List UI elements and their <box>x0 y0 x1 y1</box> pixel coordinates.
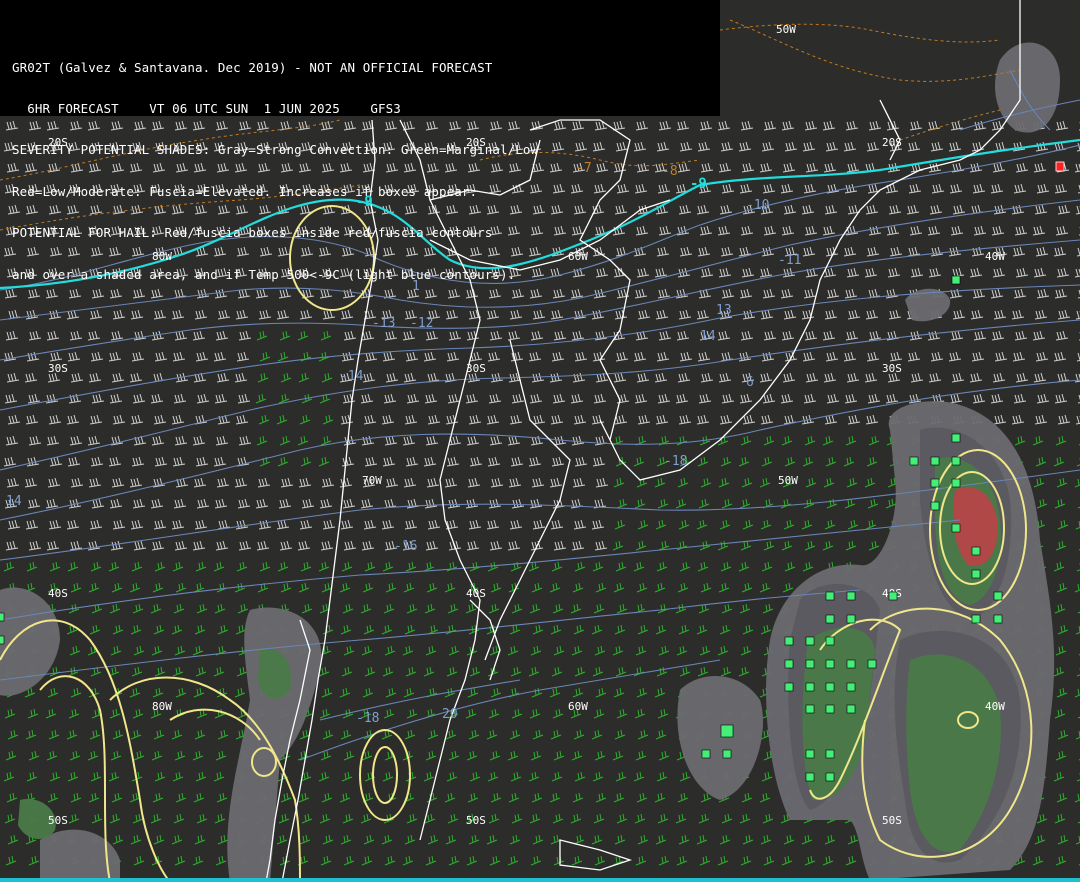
severity-box-green <box>825 682 835 692</box>
severity-box-green <box>930 501 940 511</box>
temp-label-14: 14 <box>6 494 22 509</box>
lat-label-40s: 40S <box>466 587 486 600</box>
header-hail-condition: and over a shaded area, and if Temp 500<… <box>12 266 516 282</box>
header-forecast-time: 6HR FORECAST VT 06 UTC SUN 1 JUN 2025 GF… <box>12 100 401 116</box>
lon-label-80w: 80W <box>152 700 172 713</box>
temp-label-minus16: -16 <box>394 539 417 554</box>
temp-label-14: 14 <box>700 329 716 344</box>
severity-box-green <box>846 659 856 669</box>
severity-box-green <box>825 704 835 714</box>
temp-label-13: 13 <box>716 303 732 318</box>
severity-box-green <box>930 456 940 466</box>
temp-label-minus14: -14 <box>340 369 364 384</box>
temp-label-6: 6 <box>746 375 754 390</box>
lat-label-40s: 40S <box>48 587 68 600</box>
severity-box-green <box>971 614 981 624</box>
severity-box-red <box>1055 161 1065 172</box>
lat-label-50s: 50S <box>882 814 902 827</box>
severity-box-green <box>971 569 981 579</box>
map-header: GR02T (Galvez & Santavana. Dec 2019) - N… <box>0 0 720 281</box>
header-legend-shades: SEVERITY POTENTIAL SHADES: Gray=Strong C… <box>12 142 539 158</box>
severity-box-green <box>825 659 835 669</box>
header-title: GR02T (Galvez & Santavana. Dec 2019) - N… <box>12 59 493 75</box>
lon-label-50w: 50W <box>776 23 796 36</box>
lat-label-50s: 50S <box>466 814 486 827</box>
lon-label-50w: 50W <box>778 474 798 487</box>
severity-box-green <box>951 433 961 443</box>
severity-box-green <box>825 772 835 782</box>
temp-label-minus18: -18 <box>356 711 379 726</box>
severity-box-green <box>805 682 815 692</box>
temp-label-20: 20 <box>442 707 458 722</box>
lat-label-50s: 50S <box>48 814 68 827</box>
temp-label-minus12: -12 <box>410 316 433 331</box>
severity-box-green <box>784 636 794 646</box>
severity-box-green <box>867 659 877 669</box>
severity-box-green <box>0 612 5 622</box>
severity-box-green <box>784 659 794 669</box>
severity-box-green <box>805 772 815 782</box>
temp-label-minus18: -18 <box>664 454 687 469</box>
severity-box-green <box>951 275 961 285</box>
severity-box-green <box>805 636 815 646</box>
severity-box-green <box>0 635 5 645</box>
severity-box-green <box>701 749 711 759</box>
lat-label-30s: 30S <box>466 362 486 375</box>
severity-box-green <box>825 636 835 646</box>
severity-box-green <box>720 724 734 738</box>
temp-label-minus10: -10 <box>746 198 769 213</box>
lat-label-20s: 20S <box>882 136 902 149</box>
lat-label-30s: 30S <box>882 362 902 375</box>
severity-box-green <box>825 591 835 601</box>
severity-box-green <box>805 704 815 714</box>
severity-box-green <box>825 749 835 759</box>
lon-label-60w: 60W <box>568 700 588 713</box>
lat-label-30s: 30S <box>48 362 68 375</box>
temp-label-minus13: -13 <box>372 316 395 331</box>
severity-box-green <box>951 478 961 488</box>
severity-box-green <box>846 682 856 692</box>
severity-box-green <box>993 591 1003 601</box>
header-hail-note: POTENTIAL FOR HAIL: Red/fuscia boxes ins… <box>12 225 493 241</box>
lon-label-70w: 70W <box>362 474 382 487</box>
severity-box-green <box>930 478 940 488</box>
severity-box-green <box>825 614 835 624</box>
header-legend-colors: Red=Low/Moderate: Fuscia=Elevated. Incre… <box>12 183 478 199</box>
severity-box-green <box>784 682 794 692</box>
severity-box-green <box>888 591 898 601</box>
severity-box-green <box>846 614 856 624</box>
severity-box-green <box>993 614 1003 624</box>
severity-box-green <box>951 523 961 533</box>
severity-box-green <box>805 749 815 759</box>
severity-box-green <box>805 659 815 669</box>
temp-label-minus11: -11 <box>778 253 801 268</box>
severity-box-green <box>909 456 919 466</box>
severity-box-green <box>722 749 732 759</box>
lon-label-40w: 40W <box>985 250 1005 263</box>
severity-box-green <box>846 704 856 714</box>
severity-box-green <box>971 546 981 556</box>
lon-label-40w: 40W <box>985 700 1005 713</box>
bottom-border <box>0 878 1080 882</box>
severity-box-green <box>951 456 961 466</box>
severity-box-green <box>846 591 856 601</box>
